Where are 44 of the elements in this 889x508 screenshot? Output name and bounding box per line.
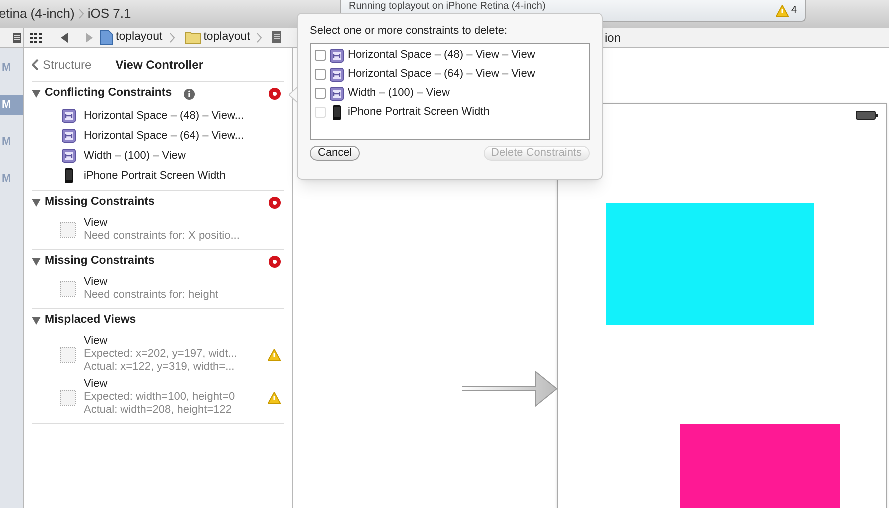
issue-title[interactable]: iPhone Portrait Screen Width (84, 170, 284, 182)
issue-detail: Need constraints for: height (84, 289, 220, 302)
group-header[interactable]: Missing Constraints (32, 191, 284, 215)
issue-title[interactable]: Horizontal Space – (64) – View... (84, 130, 284, 142)
issue-title[interactable]: View (84, 378, 260, 391)
issue-row[interactable]: Horizontal Space – (48) – View... (32, 106, 284, 126)
breadcrumb[interactable]: toplayout (116, 28, 163, 46)
group-title: Missing Constraints (45, 254, 155, 270)
issue-row[interactable]: Width – (100) – View (32, 146, 284, 166)
sdk-label[interactable]: iOS 7.1 (88, 4, 132, 24)
issue-row[interactable]: View Need constraints for: height (32, 274, 284, 304)
popover-prompt: Select one or more constraints to delete: (310, 24, 508, 38)
option-label: iPhone Portrait Screen Width (348, 105, 490, 120)
group-title: Conflicting Constraints (45, 86, 172, 102)
issue-title[interactable]: View (84, 335, 260, 348)
issue-row[interactable]: View Expected: x=202, y=197, widt... Actual: x=122, y=319, width=... (32, 333, 284, 376)
issue-title[interactable]: Horizontal Space – (48) – View... (84, 110, 284, 122)
option-label: Width – (100) – View (348, 86, 450, 102)
issue-row[interactable]: View Need constraints for: X positio... (32, 215, 284, 245)
group-header[interactable]: Conflicting Constraints (32, 82, 284, 106)
activity-status: Running toplayout on iPhone Retina (4-inch) (349, 1, 546, 12)
group-header[interactable]: Misplaced Views (32, 309, 284, 333)
back-button[interactable]: Structure (32, 56, 92, 74)
issue-title[interactable]: View (84, 217, 284, 230)
breadcrumb[interactable]: toplayout (204, 28, 250, 46)
warning-count[interactable]: 4 (791, 3, 797, 18)
issue-detail: Expected: x=202, y=197, widt... (84, 348, 238, 361)
option-label: Horizontal Space – (64) – View – View (348, 67, 536, 82)
issue-detail: Expected: width=100, height=0 (84, 391, 236, 404)
issue-row[interactable]: iPhone Portrait Screen Width (32, 166, 284, 186)
group-header[interactable]: Missing Constraints (32, 250, 284, 274)
group-title: Missing Constraints (45, 195, 155, 210)
breadcrumb[interactable]: ion (604, 28, 621, 46)
issue-row[interactable]: View Expected: width=100, height=0 Actual: width=208, height=122 (32, 376, 284, 419)
issue-detail: Need constraints for: X positio... (84, 230, 241, 243)
issue-row[interactable]: Horizontal Space – (64) – View... (32, 126, 284, 146)
cancel-button[interactable]: Cancel (310, 146, 360, 161)
panel-title: View Controller (116, 56, 204, 74)
issue-title[interactable]: Width – (100) – View (84, 150, 284, 162)
group-title: Misplaced Views (45, 313, 136, 328)
option-label: Horizontal Space – (48) – View – View (348, 48, 536, 64)
issue-detail: Actual: width=208, height=122 (84, 404, 234, 417)
issue-detail: Actual: x=122, y=319, width=... (84, 361, 236, 374)
issue-title[interactable]: View (84, 276, 284, 289)
